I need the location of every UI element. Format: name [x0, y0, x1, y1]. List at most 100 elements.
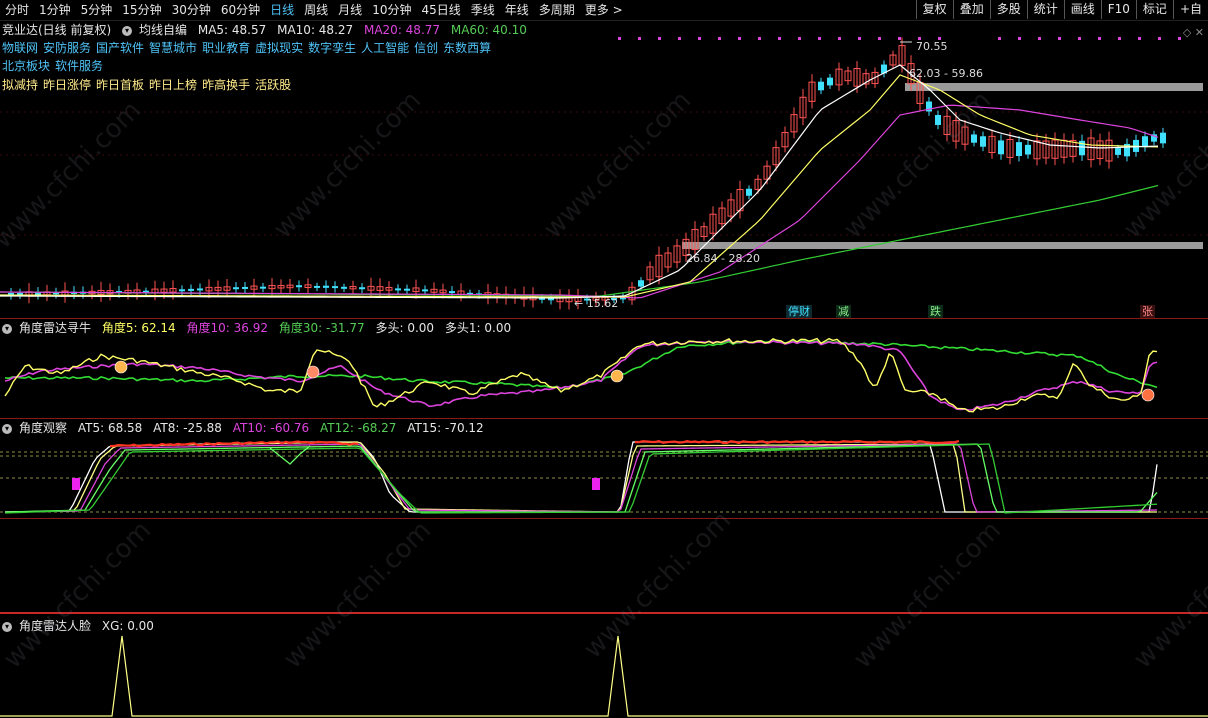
- indicator-dropdown-icon[interactable]: ▾: [2, 621, 12, 632]
- signal-dot: [1158, 37, 1161, 40]
- signal-dot: [718, 37, 721, 40]
- signal-block: [592, 478, 600, 490]
- signal-dot: [998, 37, 1001, 40]
- toolbar-button-2[interactable]: 多股: [989, 0, 1027, 19]
- panel-divider: [0, 518, 1208, 519]
- angle-radar-chart[interactable]: [0, 336, 1208, 418]
- signal-dot: [1138, 37, 1141, 40]
- candle-body: [296, 285, 302, 288]
- panel1-header: ▾ 角度雷达寻牛 角度5: 62.14 角度10: 36.92 角度30: -31…: [2, 320, 518, 336]
- low-price-label: ← 15.62: [574, 297, 619, 310]
- candle-body: [998, 140, 1004, 155]
- signal-dot: [778, 37, 781, 40]
- event-label-4[interactable]: 张: [1140, 305, 1155, 318]
- indicator-dropdown-icon[interactable]: ▾: [2, 323, 12, 334]
- signal-dot: [1098, 37, 1101, 40]
- tab-period-13[interactable]: 多周期: [534, 0, 580, 20]
- tab-period-4[interactable]: 30分钟: [167, 0, 216, 20]
- candle-body: [638, 280, 644, 287]
- signal-dot: [838, 37, 841, 40]
- signal-dot: [1078, 37, 1081, 40]
- candle-body: [359, 287, 365, 290]
- candle-body: [341, 286, 347, 289]
- panel1-name[interactable]: 角度雷达寻牛: [19, 321, 91, 335]
- toolbar-button-7[interactable]: +自: [1172, 0, 1208, 19]
- angle-observe-chart[interactable]: [0, 434, 1208, 518]
- tab-period-2[interactable]: 5分钟: [76, 0, 118, 20]
- tab-period-1[interactable]: 1分钟: [34, 0, 76, 20]
- candle-body: [323, 285, 329, 288]
- tab-period-0[interactable]: 分时: [0, 0, 34, 20]
- signal-dot: [738, 37, 741, 40]
- panel-divider: [0, 318, 1208, 319]
- panel1-angle5: 角度5: 62.14: [101, 321, 176, 335]
- signal-block: [72, 478, 80, 490]
- panel2-name[interactable]: 角度观察: [19, 421, 67, 435]
- candle-body: [449, 291, 455, 294]
- face-icon: [1141, 388, 1155, 402]
- panel3-xg: XG: 0.00: [101, 619, 154, 633]
- signal-dot: [1178, 37, 1181, 40]
- at-line-1: [4, 441, 1157, 513]
- panel2-at15: AT15: -70.12: [407, 421, 484, 435]
- candle-body: [548, 298, 554, 301]
- lower-band-label: 26.84 - 28.20: [686, 252, 760, 265]
- candle-body: [179, 289, 185, 292]
- panel2-at8: AT8: -25.88: [153, 421, 222, 435]
- tab-period-10[interactable]: 45日线: [416, 0, 465, 20]
- tab-period-8[interactable]: 月线: [333, 0, 367, 20]
- angle10-line: [4, 339, 1158, 411]
- event-label-2[interactable]: 减: [836, 305, 851, 318]
- toolbar-button-4[interactable]: 画线: [1063, 0, 1101, 19]
- tab-period-7[interactable]: 周线: [299, 0, 333, 20]
- tab-period-12[interactable]: 年线: [500, 0, 534, 20]
- period-tabs: 分时 1分钟 5分钟 15分钟 30分钟 60分钟 日线 周线 月线 10分钟 45日线 季线 年线 多周…: [0, 0, 628, 20]
- toolbar-button-5[interactable]: F10: [1100, 0, 1136, 19]
- tab-period-11[interactable]: 季线: [466, 0, 500, 20]
- signal-dot: [798, 37, 801, 40]
- toolbar-button-0[interactable]: 复权: [915, 0, 953, 19]
- signal-dot: [678, 37, 681, 40]
- panel1-bull: 多头: 0.00: [375, 321, 435, 335]
- panel2-at10: AT10: -60.76: [232, 421, 310, 435]
- panel2-at12: AT12: -68.27: [320, 421, 397, 435]
- face-icon: [306, 365, 320, 379]
- signal-dot: [698, 37, 701, 40]
- toolbar-button-6[interactable]: 标记: [1135, 0, 1173, 19]
- face-icon: [114, 360, 128, 374]
- upper-band-label: 62.03 - 59.86: [909, 67, 983, 80]
- tab-period-9[interactable]: 10分钟: [367, 0, 416, 20]
- at-line-0: [4, 441, 1158, 513]
- angle30-line: [4, 339, 1158, 390]
- signal-dot: [638, 37, 641, 40]
- tab-period-6[interactable]: 日线: [265, 0, 299, 20]
- high-price-label: 70.55: [916, 40, 948, 53]
- panel1-angle30: 角度30: -31.77: [278, 321, 365, 335]
- face-icon: [610, 369, 624, 383]
- panel-divider: [0, 418, 1208, 419]
- candle-body: [1160, 132, 1166, 144]
- toolbar-button-3[interactable]: 统计: [1026, 0, 1064, 19]
- candle-body: [1115, 148, 1121, 155]
- tab-period-3[interactable]: 15分钟: [117, 0, 166, 20]
- candle-body: [332, 286, 338, 289]
- candle-body: [746, 188, 752, 196]
- signal-dot: [758, 37, 761, 40]
- candle-body: [404, 288, 410, 291]
- panel2-at5: AT5: 68.58: [77, 421, 143, 435]
- candle-body: [260, 286, 266, 289]
- event-label-1[interactable]: 停财: [786, 305, 812, 318]
- signal-dot: [1038, 37, 1041, 40]
- tab-period-14[interactable]: 更多 >: [580, 0, 628, 20]
- top-band: [634, 439, 960, 445]
- signal-dot: [898, 37, 901, 40]
- panel1-angle10: 角度10: 36.92: [186, 321, 269, 335]
- signal-dot: [1058, 37, 1061, 40]
- tab-period-5[interactable]: 60分钟: [216, 0, 265, 20]
- candle-body: [314, 285, 320, 288]
- event-label-3[interactable]: 跌: [928, 305, 943, 318]
- toolbar-button-1[interactable]: 叠加: [952, 0, 990, 19]
- indicator-dropdown-icon[interactable]: ▾: [2, 423, 12, 434]
- candle-body: [971, 134, 977, 143]
- candle-body: [1025, 144, 1031, 155]
